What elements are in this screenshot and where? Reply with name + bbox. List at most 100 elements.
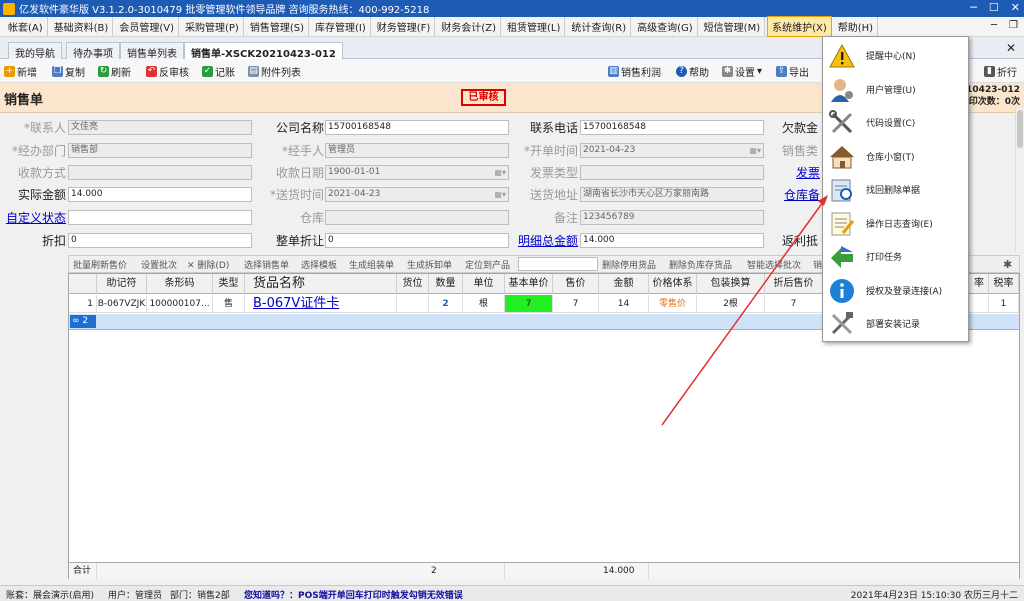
form-scrollbar[interactable] [1015,108,1024,253]
col-header-location[interactable]: 货位 [397,274,429,294]
set-batch-button[interactable]: 设置批次 [141,258,177,271]
contact-field[interactable]: 文佳亮 [68,120,252,135]
menu-accounting[interactable]: 财务会计(Z) [437,17,501,36]
delivery-addr-field[interactable]: 湖南省长沙市天心区万家丽南路 [580,187,764,202]
menu-item-authorization[interactable]: 授权及登录连接(A) [823,274,968,307]
minimize-button[interactable]: ─ [970,1,977,14]
post-button[interactable]: ✓ 记账 [202,64,235,79]
company-field[interactable]: 15700168548 [325,120,509,135]
calendar-dropdown-icon[interactable]: ▦▾ [494,166,506,179]
col-header-base-price[interactable]: 基本单价 [505,274,553,294]
col-header-barcode[interactable]: 条形码 [147,274,213,294]
cell-product-name-link[interactable]: B-067V证件卡 [245,295,397,313]
generate-assembly-button[interactable]: 生成组装单 [349,258,394,271]
help-button[interactable]: ? 帮助 [676,64,709,79]
cell-price[interactable]: 7 [553,295,599,313]
cell-discount-price[interactable]: 7 [765,295,823,313]
calendar-dropdown-icon[interactable]: ▦▾ [494,188,506,201]
menu-sales[interactable]: 销售管理(S) [246,17,309,36]
menu-item-code-settings[interactable]: 代码设置(C) [823,106,968,139]
cell-qty[interactable]: 2 [429,295,463,313]
menu-leasing[interactable]: 租赁管理(L) [503,17,566,36]
cell-pack[interactable]: 2根 [697,295,765,313]
whole-discount-field[interactable]: 0 [325,233,509,248]
col-header-unit[interactable]: 单位 [463,274,505,294]
cell-location[interactable] [397,295,429,313]
menu-statistics[interactable]: 统计查询(R) [567,17,632,36]
menu-item-recover-deleted-docs[interactable]: 找回删除单据 [823,173,968,206]
custom-status-link[interactable]: 自定义状态 [4,209,66,226]
refresh-button[interactable]: ↻ 刷新 [98,64,131,79]
handler-field[interactable]: 管理员 [325,143,509,158]
invoice-type-field[interactable] [580,165,764,180]
mdi-restore-button[interactable]: ❐ [1009,20,1018,31]
menu-advanced-query[interactable]: 高级查询(G) [633,17,698,36]
menu-item-deployment-records[interactable]: 部署安装记录 [823,307,968,340]
col-header-discount-price[interactable]: 折后售价 [765,274,823,294]
calendar-dropdown-icon[interactable]: ▦▾ [749,144,761,157]
pay-date-field[interactable]: 1900-01-01 ▦▾ [325,165,509,180]
phone-field[interactable]: 15700168548 [580,120,764,135]
col-header-mnemonic[interactable]: 助记符 [97,274,147,294]
menu-item-user-management[interactable]: 用户管理(U) [823,73,968,106]
locate-product-input[interactable] [518,257,598,271]
menu-item-print-task[interactable]: 打印任务 [823,240,968,273]
discount-field[interactable]: 0 [68,233,252,248]
mdi-minimize-button[interactable]: ─ [991,20,997,31]
menu-purchase[interactable]: 采购管理(P) [181,17,244,36]
cell-base-price[interactable]: 7 [505,295,553,313]
menu-help[interactable]: 帮助(H) [834,17,879,36]
cell-type[interactable]: 售 [213,295,245,313]
locate-product-button[interactable]: 定位到产品 [465,258,510,271]
actual-amount-field[interactable]: 14.000 [68,187,252,202]
tab-sales-order-list[interactable]: 销售单列表 [120,42,184,60]
new-button[interactable]: + 新增 [4,64,37,79]
wrap-button[interactable]: ▮ 折行 [984,64,1017,79]
tab-sales-order[interactable]: 销售单-XSCK20210423-012 [184,42,343,60]
col-header-type[interactable]: 类型 [213,274,245,294]
menu-basic-data[interactable]: 基础资料(B) [50,17,114,36]
copy-button[interactable]: ❐ 复制 [52,64,85,79]
col-header-tax[interactable]: 税率 [989,274,1019,294]
cell-tax[interactable]: 1 [989,295,1019,313]
menu-members[interactable]: 会员管理(V) [115,17,179,36]
col-header-qty[interactable]: 数量 [429,274,463,294]
settings-button[interactable]: ✱ 设置 ▾ [722,64,762,79]
maximize-button[interactable]: ☐ [989,1,999,14]
cell-price-system[interactable]: 零售价 [649,295,697,313]
menu-item-reminder-center[interactable]: 提醒中心(N) [823,39,968,72]
open-date-field[interactable]: 2021-04-23 ▦▾ [580,143,764,158]
detail-total-field[interactable]: 14.000 [580,233,764,248]
col-header-price-system[interactable]: 价格体系 [649,274,697,294]
attachments-button[interactable]: ▤ 附件列表 [248,64,301,79]
col-header-pack[interactable]: 包装换算 [697,274,765,294]
dept-field[interactable]: 销售部 [68,143,252,158]
warehouse-field[interactable] [325,210,509,225]
warehouse-remark-link[interactable]: 仓库备 [784,186,824,203]
delete-row-button[interactable]: ✕ 删除(D) [187,258,229,271]
pay-method-field[interactable] [68,165,252,180]
grid-settings-icon[interactable]: ✱ [1003,258,1012,271]
unaudit-button[interactable]: ↶ 反审核 [146,64,189,79]
menu-item-operation-log[interactable]: 操作日志查询(E) [823,207,968,240]
smart-select-batch-button[interactable]: 智能选择批次 [747,258,801,271]
remark-field[interactable]: 123456789 [580,210,764,225]
sales-profit-button[interactable]: ▥ 销售利润 [608,64,661,79]
batch-refresh-price-button[interactable]: 批量刷新售价 [73,258,127,271]
delete-negative-stock-button[interactable]: 删除负库存货品 [669,258,732,271]
close-tab-icon[interactable]: ✕ [1006,41,1016,55]
menu-sms[interactable]: 短信管理(M) [700,17,766,36]
close-button[interactable]: ✕ [1011,1,1020,14]
cell-barcode[interactable]: 100000107... [147,295,213,313]
gridbar-truncated-item[interactable]: 销 [813,258,822,271]
select-template-button[interactable]: 选择模板 [301,258,337,271]
export-button[interactable]: ⇪ 导出 [776,64,809,79]
cell-amount[interactable]: 14 [599,295,649,313]
menu-inventory[interactable]: 库存管理(I) [311,17,371,36]
col-header-amount[interactable]: 金额 [599,274,649,294]
menu-account[interactable]: 帐套(A) [4,17,48,36]
generate-disassembly-button[interactable]: 生成拆卸单 [407,258,452,271]
tab-my-navigation[interactable]: 我的导航 [8,42,62,60]
cell-mnemonic[interactable]: B-067VZJK [97,295,147,313]
col-header-price[interactable]: 售价 [553,274,599,294]
